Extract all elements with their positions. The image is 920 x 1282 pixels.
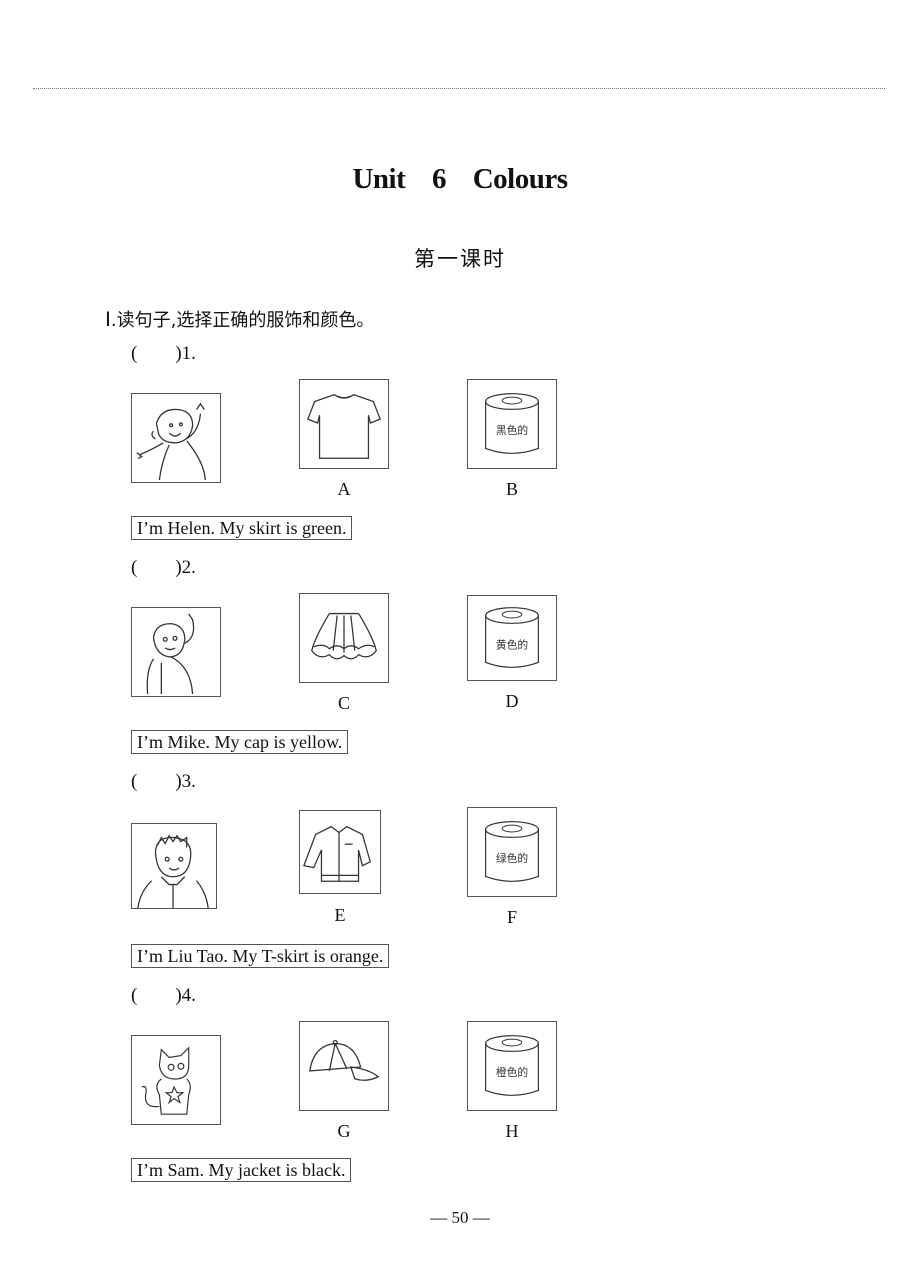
paint-can-icon: 黄色的 <box>485 607 539 668</box>
question-1-number[interactable]: ( )1. <box>131 343 196 365</box>
question-3-character-liu-tao <box>131 823 217 909</box>
question-4-character-sam <box>131 1035 221 1125</box>
header-dotted-divider <box>33 88 885 89</box>
lesson-title: 第一课时 <box>414 247 506 271</box>
question-1-sentence: I’m Helen. My skirt is green. <box>131 516 353 540</box>
question-4-number[interactable]: ( )4. <box>131 985 196 1007</box>
page-number: — 50 — <box>430 1208 490 1227</box>
option-B-letter: B <box>505 479 518 499</box>
cat-icon <box>141 1046 191 1115</box>
option-C-letter: C <box>337 693 350 713</box>
option-H-letter: H <box>505 1121 519 1141</box>
question-4-sentence: I’m Sam. My jacket is black. <box>131 1158 352 1182</box>
question-1-character-helen <box>131 393 221 483</box>
can-color-label: 绿色的 <box>496 852 528 865</box>
question-3-sentence: I’m Liu Tao. My T-skirt is orange. <box>131 944 390 968</box>
can-color-label: 橙色的 <box>496 1066 528 1079</box>
paint-can-icon: 绿色的 <box>485 821 539 882</box>
paint-can-icon: 橙色的 <box>485 1035 539 1096</box>
option-C-image[interactable] <box>299 593 389 683</box>
section-instruction: Ⅰ.读句子,选择正确的服饰和颜色。 <box>105 306 374 332</box>
can-color-label: 黑色的 <box>496 424 528 437</box>
instruction-text: .读句子,选择正确的服饰和颜色。 <box>110 310 375 331</box>
option-G-letter: G <box>337 1121 351 1141</box>
option-B-image[interactable]: 黑色的 <box>467 379 557 469</box>
option-E-letter: E <box>334 905 346 925</box>
option-F-image[interactable]: 绿色的 <box>467 807 557 897</box>
option-D-letter: D <box>505 691 519 711</box>
jacket-icon <box>303 825 371 882</box>
girl-waving-icon <box>136 402 206 481</box>
question-2-sentence: I’m Mike. My cap is yellow. <box>131 730 349 754</box>
t-shirt-icon <box>307 393 381 459</box>
question-2-number[interactable]: ( )2. <box>131 557 196 579</box>
option-F-letter: F <box>506 907 517 927</box>
skirt-icon <box>311 612 377 660</box>
unit-title: Unit 6 Colours <box>352 163 568 195</box>
paint-can-icon: 黑色的 <box>485 393 539 454</box>
question-3-number[interactable]: ( )3. <box>131 771 196 793</box>
can-color-label: 黄色的 <box>496 639 528 652</box>
option-A-image[interactable] <box>299 379 389 469</box>
option-G-image[interactable] <box>299 1021 389 1111</box>
option-D-image[interactable]: 黄色的 <box>467 595 557 681</box>
option-A-letter: A <box>337 479 351 499</box>
question-2-character-mike <box>131 607 221 697</box>
option-H-image[interactable]: 橙色的 <box>467 1021 557 1111</box>
cap-icon <box>309 1039 380 1081</box>
boy-smiling-icon <box>137 834 209 908</box>
boy-waving-icon <box>146 613 195 695</box>
option-E-image[interactable] <box>299 810 381 894</box>
